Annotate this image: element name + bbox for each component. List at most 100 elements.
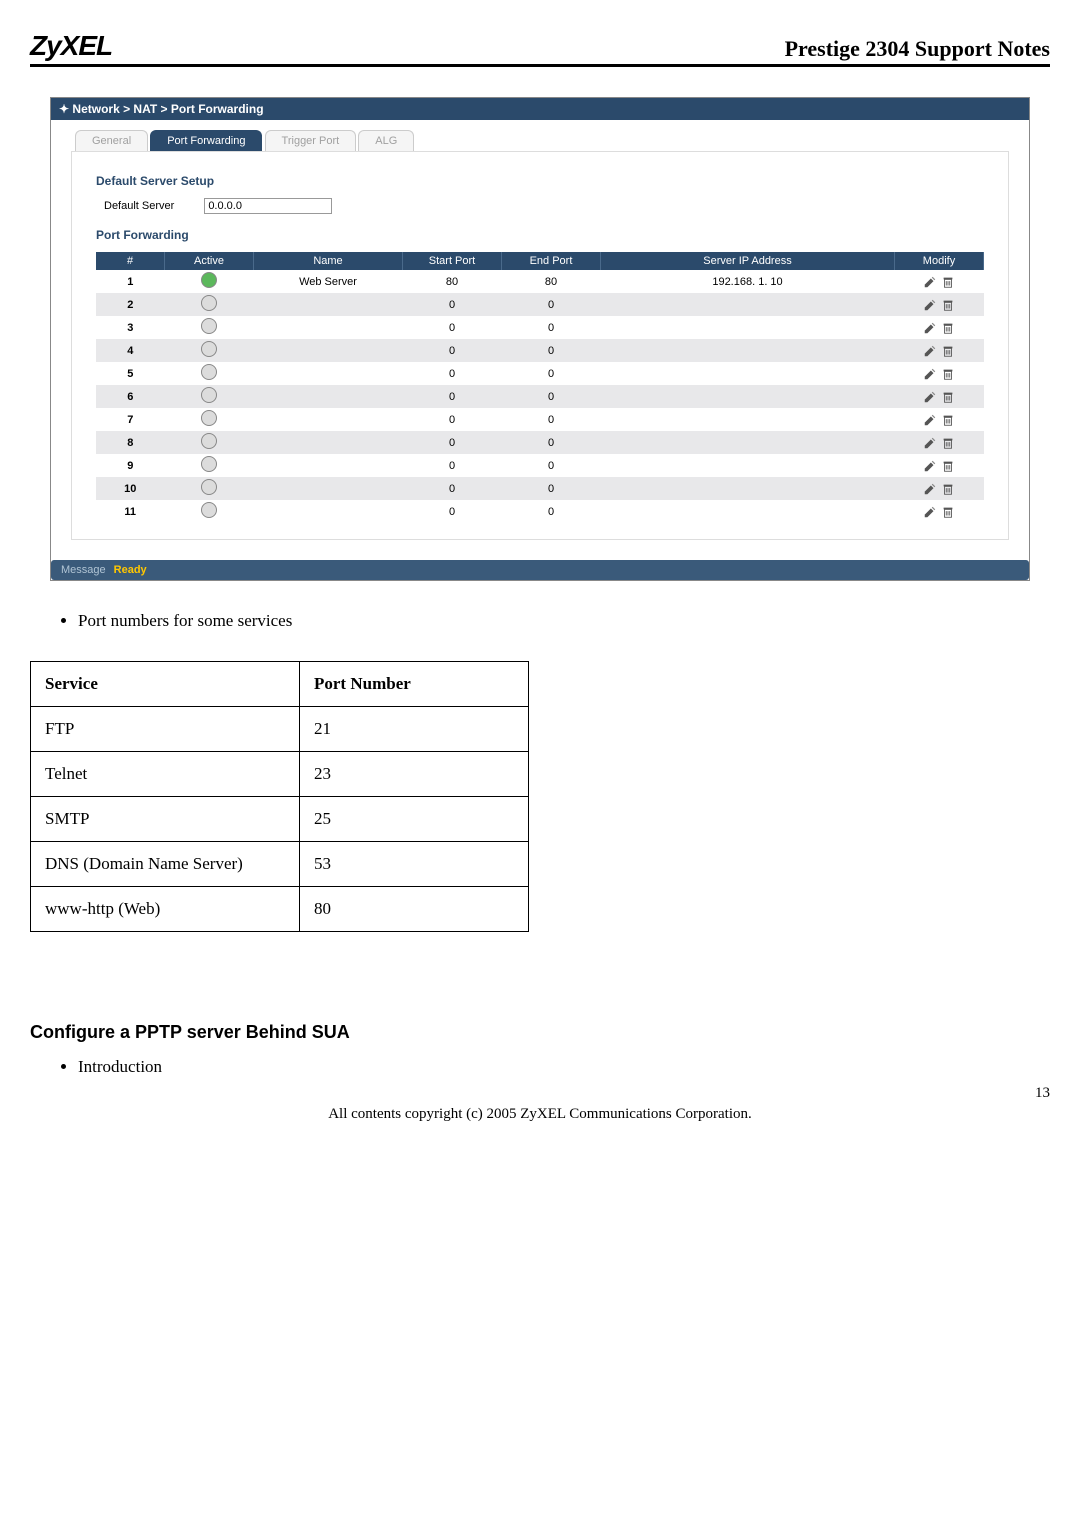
default-server-input[interactable] — [204, 198, 332, 214]
row-start: 80 — [403, 270, 502, 293]
col-end: End Port — [502, 252, 601, 270]
row-name — [254, 362, 403, 385]
page-header: ZyXEL Prestige 2304 Support Notes — [30, 30, 1050, 67]
service-row: FTP21 — [31, 707, 529, 752]
bulb-icon — [201, 364, 217, 380]
services-col-service: Service — [31, 662, 300, 707]
tab-general[interactable]: General — [75, 130, 148, 151]
row-active — [165, 316, 254, 339]
row-end: 0 — [502, 431, 601, 454]
trash-icon[interactable] — [941, 321, 955, 333]
trash-icon[interactable] — [941, 413, 955, 425]
table-row: 500 — [96, 362, 984, 385]
edit-icon[interactable] — [923, 321, 937, 333]
row-ip — [601, 293, 895, 316]
trash-icon[interactable] — [941, 344, 955, 356]
row-start: 0 — [403, 385, 502, 408]
breadcrumb-icon: ✦ — [59, 102, 69, 116]
row-active — [165, 270, 254, 293]
row-name — [254, 385, 403, 408]
row-end: 0 — [502, 408, 601, 431]
table-row: 600 — [96, 385, 984, 408]
edit-icon[interactable] — [923, 413, 937, 425]
bulb-icon — [201, 502, 217, 518]
row-end: 0 — [502, 339, 601, 362]
bullet-introduction: Introduction — [78, 1057, 1050, 1077]
row-active — [165, 477, 254, 500]
edit-icon[interactable] — [923, 505, 937, 517]
trash-icon[interactable] — [941, 367, 955, 379]
router-screenshot: ✦ Network > NAT > Port Forwarding Genera… — [50, 97, 1030, 581]
row-name — [254, 431, 403, 454]
table-row: 900 — [96, 454, 984, 477]
port-forwarding-heading: Port Forwarding — [96, 228, 984, 242]
document-title: Prestige 2304 Support Notes — [785, 36, 1050, 62]
service-row: SMTP25 — [31, 797, 529, 842]
row-ip — [601, 500, 895, 523]
message-label: Message — [61, 564, 106, 576]
breadcrumb: ✦ Network > NAT > Port Forwarding — [51, 98, 1029, 120]
trash-icon[interactable] — [941, 505, 955, 517]
bulb-icon — [201, 387, 217, 403]
row-num: 1 — [96, 270, 165, 293]
bulb-icon — [201, 479, 217, 495]
row-start: 0 — [403, 431, 502, 454]
trash-icon[interactable] — [941, 436, 955, 448]
edit-icon[interactable] — [923, 390, 937, 402]
row-ip — [601, 408, 895, 431]
trash-icon[interactable] — [941, 275, 955, 287]
row-ip — [601, 316, 895, 339]
trash-icon[interactable] — [941, 482, 955, 494]
row-active — [165, 431, 254, 454]
service-row: DNS (Domain Name Server)53 — [31, 842, 529, 887]
col-modify: Modify — [895, 252, 984, 270]
services-col-port: Port Number — [300, 662, 529, 707]
table-row: 4 00 — [96, 339, 984, 362]
row-name — [254, 500, 403, 523]
row-ip — [601, 362, 895, 385]
edit-icon[interactable] — [923, 459, 937, 471]
edit-icon[interactable] — [923, 436, 937, 448]
row-start: 0 — [403, 477, 502, 500]
row-num: 4 — [96, 339, 165, 362]
col-active: Active — [165, 252, 254, 270]
service-port: 53 — [300, 842, 529, 887]
table-row: 1000 — [96, 477, 984, 500]
bulb-icon — [201, 295, 217, 311]
bulb-icon — [201, 272, 217, 288]
service-port: 80 — [300, 887, 529, 932]
row-end: 0 — [502, 316, 601, 339]
row-start: 0 — [403, 339, 502, 362]
trash-icon[interactable] — [941, 459, 955, 471]
trash-icon[interactable] — [941, 390, 955, 402]
row-ip — [601, 431, 895, 454]
edit-icon[interactable] — [923, 298, 937, 310]
row-end: 80 — [502, 270, 601, 293]
bulb-icon — [201, 433, 217, 449]
edit-icon[interactable] — [923, 367, 937, 379]
row-start: 0 — [403, 408, 502, 431]
table-row: 800 — [96, 431, 984, 454]
col-ip: Server IP Address — [601, 252, 895, 270]
edit-icon[interactable] — [923, 344, 937, 356]
row-name — [254, 454, 403, 477]
bulb-icon — [201, 341, 217, 357]
row-active — [165, 454, 254, 477]
message-value: Ready — [114, 564, 147, 576]
tab-trigger-port[interactable]: Trigger Port — [265, 130, 357, 151]
service-name: www-http (Web) — [31, 887, 300, 932]
row-start: 0 — [403, 500, 502, 523]
trash-icon[interactable] — [941, 298, 955, 310]
row-start: 0 — [403, 362, 502, 385]
row-num: 2 — [96, 293, 165, 316]
table-row: 300 — [96, 316, 984, 339]
tab-alg[interactable]: ALG — [358, 130, 414, 151]
services-table: Service Port Number FTP21Telnet23SMTP25D… — [30, 661, 529, 932]
edit-icon[interactable] — [923, 275, 937, 287]
row-ip: 192.168. 1. 10 — [601, 270, 895, 293]
row-end: 0 — [502, 362, 601, 385]
tab-port-forwarding[interactable]: Port Forwarding — [150, 130, 262, 151]
service-row: www-http (Web)80 — [31, 887, 529, 932]
service-port: 23 — [300, 752, 529, 797]
edit-icon[interactable] — [923, 482, 937, 494]
